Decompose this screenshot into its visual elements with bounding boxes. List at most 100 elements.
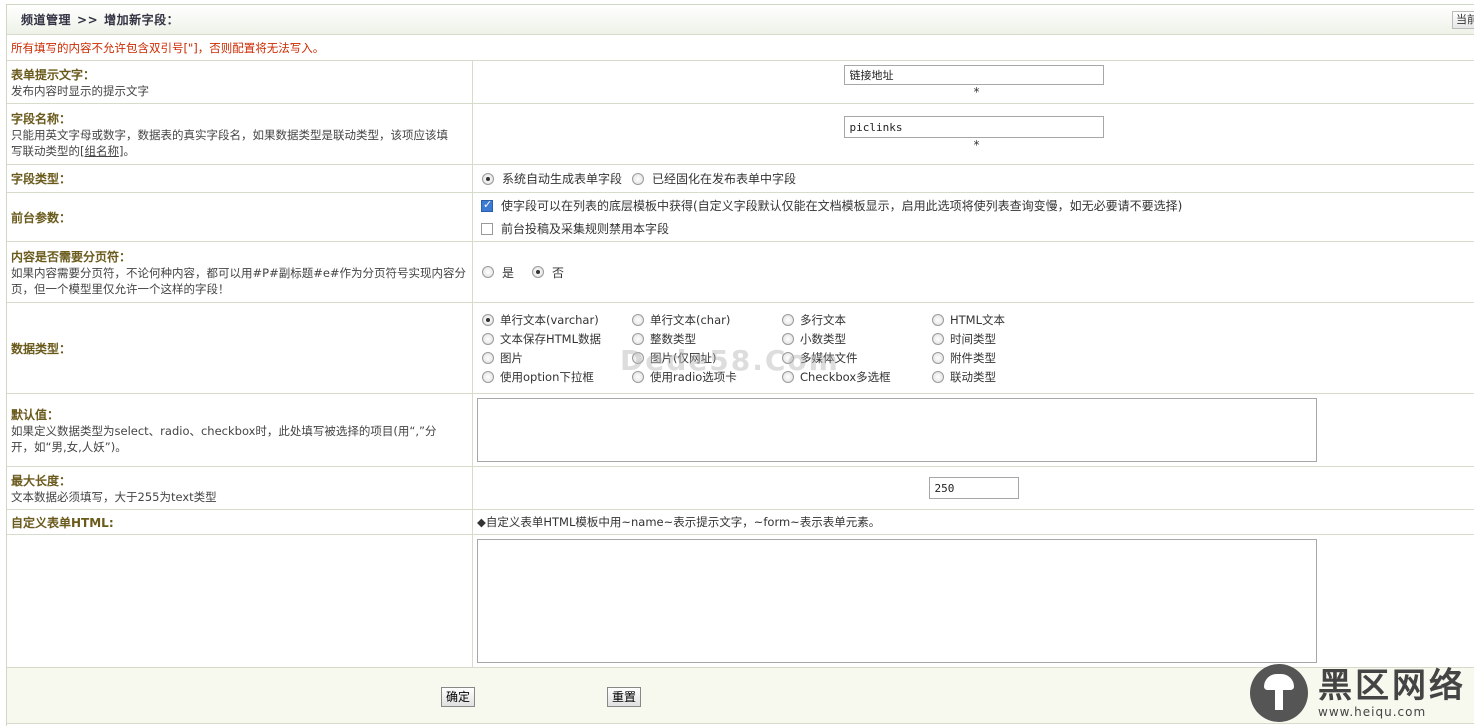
value-paging: 是 否 <box>473 242 1474 302</box>
option-label: 附件类型 <box>950 350 996 365</box>
data-type-option[interactable]: 联动类型 <box>932 369 1082 385</box>
data-type-option[interactable]: Checkbox多选框 <box>782 369 932 385</box>
paging-option-no[interactable]: 否 <box>532 264 564 281</box>
reset-button[interactable]: 重置 <box>607 687 642 707</box>
row-paging: 内容是否需要分页符： 如果内容需要分页符，不论何种内容，都可以用#P#副标题#e… <box>7 242 1474 303</box>
option-label: 系统自动生成表单字段 <box>502 172 623 186</box>
radio-button[interactable] <box>782 313 794 326</box>
value-field-name: * <box>473 104 1474 164</box>
mushroom-logo-icon <box>1250 664 1308 722</box>
radio-button[interactable] <box>532 266 545 278</box>
option-label: 文本保存HTML数据 <box>500 331 602 346</box>
label-desc: 发布内容时显示的提示文字 <box>11 83 149 98</box>
data-type-option[interactable]: 图片(仅网址) <box>632 350 782 366</box>
paging-option-yes[interactable]: 是 <box>482 264 514 281</box>
field-type-option-fixed[interactable]: 已经固化在发布表单中字段 <box>632 170 796 187</box>
radio-button[interactable] <box>932 313 944 326</box>
radio-button[interactable] <box>632 351 644 364</box>
radio-button[interactable] <box>932 370 944 383</box>
row-maxlen: 最大长度： 文本数据必须填写，大于255为text类型 <box>7 467 1474 510</box>
label-desc: 文本数据必须填写，大于255为text类型 <box>11 489 217 504</box>
label-field-type: 字段类型： <box>7 165 473 192</box>
label-desc-2: 写联动类型的[组名称]。 <box>11 143 468 159</box>
data-type-option[interactable]: HTML文本 <box>932 312 1082 328</box>
field-name-input[interactable] <box>843 116 1104 138</box>
value-prompt: * <box>473 61 1474 103</box>
option-label: HTML文本 <box>950 312 1006 327</box>
radio-button[interactable] <box>482 332 494 345</box>
option-label: 使用radio选项卡 <box>650 369 737 384</box>
radio-button[interactable] <box>632 370 644 383</box>
data-type-option[interactable]: 单行文本(varchar) <box>482 312 632 328</box>
radio-button[interactable] <box>632 313 644 326</box>
option-label: 时间类型 <box>950 331 996 346</box>
breadcrumb-current: 增加新字段： <box>104 13 180 27</box>
radio-button[interactable] <box>932 351 944 364</box>
data-type-option[interactable]: 文本保存HTML数据 <box>482 331 632 347</box>
radio-button[interactable] <box>632 332 644 345</box>
option-label: 多媒体文件 <box>800 350 858 365</box>
row-prompt: 表单提示文字： 发布内容时显示的提示文字 * <box>7 61 1474 104</box>
frontend-disable-check-option[interactable]: 前台投稿及采集规则禁用本字段 <box>481 220 1460 237</box>
group-name-link[interactable]: [组名称] <box>80 144 123 158</box>
radio-button[interactable] <box>632 172 645 185</box>
value-field-type: 系统自动生成表单字段 已经固化在发布表单中字段 <box>473 165 1474 192</box>
data-type-option[interactable]: 使用radio选项卡 <box>632 369 782 385</box>
label-title: 最大长度： <box>11 473 72 488</box>
radio-button[interactable] <box>482 172 494 185</box>
radio-button[interactable] <box>782 370 794 383</box>
data-type-option[interactable]: 整数类型 <box>632 331 782 347</box>
radio-button[interactable] <box>782 332 794 345</box>
option-label: Checkbox多选框 <box>800 369 891 384</box>
logo-name: 黑区网络 <box>1318 666 1466 706</box>
label-desc: 如果定义数据类型为select、radio、checkbox时，此处填写被选择的… <box>11 423 437 438</box>
data-type-option[interactable]: 图片 <box>482 350 632 366</box>
required-mark: * <box>973 85 980 99</box>
custom-html-hint: ◆自定义表单HTML模板中用~name~表示提示文字，~form~表示表单元素。 <box>477 515 881 529</box>
max-length-input[interactable] <box>928 477 1019 499</box>
label-title: 数据类型： <box>11 341 72 356</box>
form-frame: 频道管理 >> 增加新字段： 当前 所有填写的内容不允许包含双引号["]，否则配置将… <box>6 4 1474 726</box>
data-type-option[interactable]: 附件类型 <box>932 350 1082 366</box>
radio-button[interactable] <box>782 351 794 364</box>
label-field-name: 字段名称： 只能用英文字母或数字，数据表的真实字段名，如果数据类型是联动类型，该… <box>7 104 473 164</box>
radio-button[interactable] <box>482 370 494 383</box>
custom-html-textarea[interactable] <box>477 539 1317 663</box>
data-type-grid: 单行文本(varchar) 单行文本(char) 多行文本 HTML文本文本保存HTM… <box>482 312 1470 385</box>
warning-message: 所有填写的内容不允许包含双引号["]，否则配置将无法写入。 <box>7 35 1474 61</box>
option-label: 使字段可以在列表的底层模板中获得(自定义字段默认仅能在文档模板显示，启用此选项将… <box>501 199 1183 213</box>
option-label: 整数类型 <box>650 331 696 346</box>
current-button[interactable]: 当前 <box>1452 11 1474 29</box>
value-data-type: 单行文本(varchar) 单行文本(char) 多行文本 HTML文本文本保存HTM… <box>473 303 1474 393</box>
option-label: 否 <box>552 265 565 280</box>
radio-button[interactable] <box>482 313 494 326</box>
data-type-option[interactable]: 单行文本(char) <box>632 312 782 328</box>
data-type-option[interactable]: 多媒体文件 <box>782 350 932 366</box>
checkbox[interactable] <box>481 222 493 235</box>
label-title: 字段名称： <box>11 111 72 126</box>
frontend-list-check-option[interactable]: 使字段可以在列表的底层模板中获得(自定义字段默认仅能在文档模板显示，启用此选项将… <box>481 197 1460 214</box>
label-title: 字段类型： <box>11 172 72 186</box>
data-type-option[interactable]: 多行文本 <box>782 312 932 328</box>
desc-text: 。 <box>123 143 135 158</box>
default-value-textarea[interactable] <box>477 398 1317 462</box>
row-field-name: 字段名称： 只能用英文字母或数字，数据表的真实字段名，如果数据类型是联动类型，该… <box>7 104 1474 165</box>
radio-button[interactable] <box>482 351 494 364</box>
data-type-option[interactable]: 时间类型 <box>932 331 1082 347</box>
radio-button[interactable] <box>932 332 944 345</box>
label-desc-2: 页，但一个模型里仅允许一个这样的字段！ <box>11 281 230 296</box>
field-type-option-auto[interactable]: 系统自动生成表单字段 <box>482 170 622 187</box>
page-header: 频道管理 >> 增加新字段： 当前 <box>7 5 1474 35</box>
radio-button[interactable] <box>482 266 494 278</box>
prompt-input[interactable] <box>843 65 1104 85</box>
confirm-button[interactable]: 确定 <box>441 687 476 707</box>
value-custom-html-hint: ◆自定义表单HTML模板中用~name~表示提示文字，~form~表示表单元素。 <box>473 510 1474 534</box>
label-frontend: 前台参数： <box>7 193 473 241</box>
label-prompt: 表单提示文字： 发布内容时显示的提示文字 <box>7 61 473 103</box>
value-default <box>473 394 1474 466</box>
breadcrumb-root[interactable]: 频道管理 <box>21 13 71 27</box>
data-type-option[interactable]: 小数类型 <box>782 331 932 347</box>
checkbox[interactable] <box>481 198 493 212</box>
data-type-option[interactable]: 使用option下拉框 <box>482 369 632 385</box>
row-default: 默认值： 如果定义数据类型为select、radio、checkbox时，此处填… <box>7 394 1474 467</box>
